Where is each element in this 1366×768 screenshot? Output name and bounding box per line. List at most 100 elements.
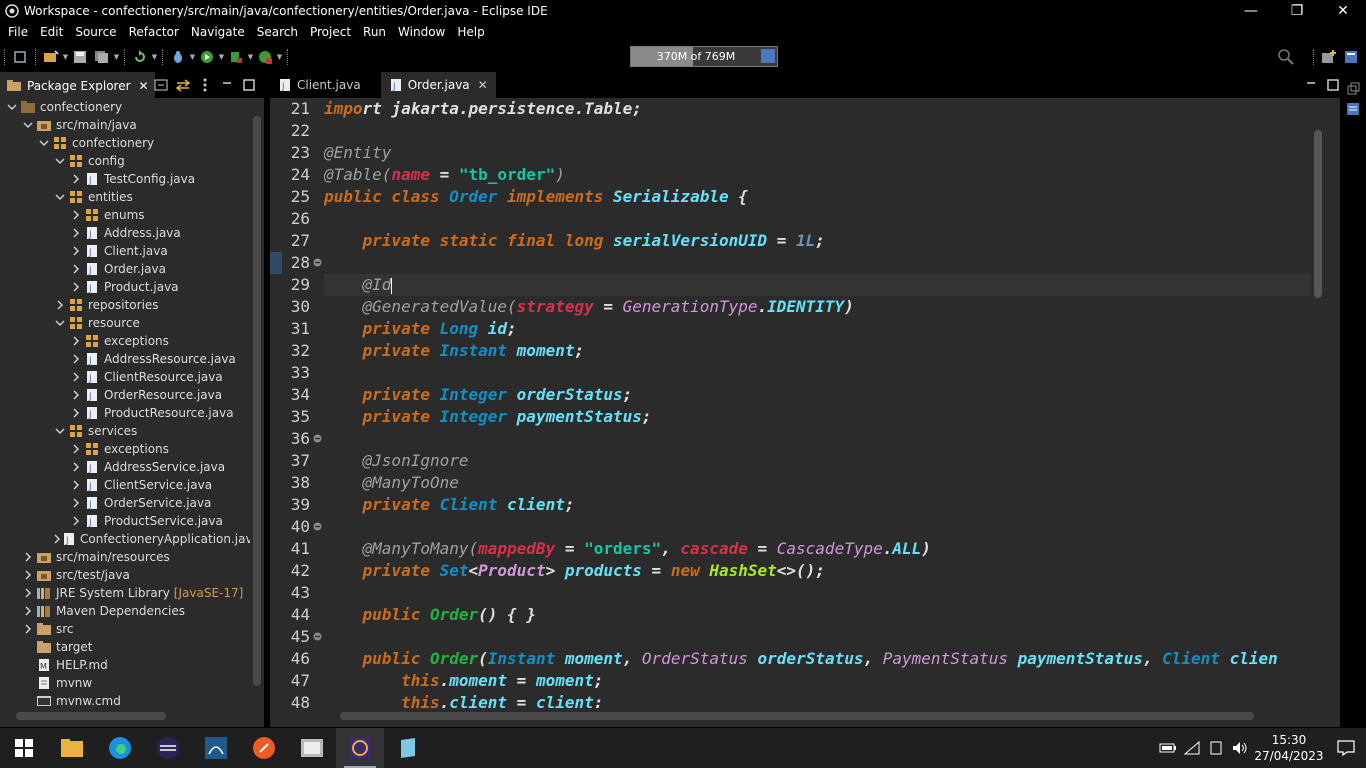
coverage-dropdown-icon[interactable]: ▼ bbox=[247, 48, 254, 66]
fold-toggle-icon[interactable] bbox=[313, 252, 322, 276]
tree-item[interactable]: J Product.java bbox=[0, 278, 250, 296]
tree-item[interactable]: J AddressResource.java bbox=[0, 350, 250, 368]
save-dropdown-icon[interactable]: ▼ bbox=[113, 48, 120, 66]
chevron-right-icon[interactable] bbox=[20, 566, 36, 584]
chevron-right-icon[interactable] bbox=[68, 350, 84, 368]
debug-dropdown-icon[interactable]: ▼ bbox=[189, 48, 196, 66]
run-dropdown-icon[interactable]: ▼ bbox=[218, 48, 225, 66]
chevron-right-icon[interactable] bbox=[20, 602, 36, 620]
chevron-down-icon[interactable] bbox=[52, 152, 68, 170]
editor-tab-client[interactable]: J Client.java bbox=[270, 72, 369, 98]
menu-run[interactable]: Run bbox=[357, 25, 392, 39]
chevron-down-icon[interactable] bbox=[52, 188, 68, 206]
fold-toggle-icon[interactable] bbox=[313, 428, 322, 452]
tree-item[interactable]: src/main/java bbox=[0, 116, 250, 134]
chevron-right-icon[interactable] bbox=[68, 512, 84, 530]
eclipse-icon[interactable] bbox=[144, 728, 192, 768]
menu-project[interactable]: Project bbox=[304, 25, 357, 39]
close-tab-icon[interactable]: ✕ bbox=[478, 78, 488, 92]
tree-item[interactable]: J OrderService.java bbox=[0, 494, 250, 512]
package-explorer-vertical-scrollbar[interactable] bbox=[250, 98, 264, 708]
wifi-icon[interactable] bbox=[1180, 728, 1204, 768]
menu-navigate[interactable]: Navigate bbox=[185, 25, 251, 39]
menu-edit[interactable]: Edit bbox=[34, 25, 69, 39]
outline-view-icon[interactable] bbox=[1346, 102, 1360, 119]
package-explorer-close-icon[interactable]: ✕ bbox=[139, 79, 149, 93]
edge-icon[interactable] bbox=[96, 728, 144, 768]
tree-item[interactable]: J Client.java bbox=[0, 242, 250, 260]
chevron-right-icon[interactable] bbox=[68, 170, 84, 188]
battery-icon[interactable] bbox=[1156, 728, 1180, 768]
restore-view-icon[interactable] bbox=[1346, 82, 1360, 99]
chevron-right-icon[interactable] bbox=[68, 458, 84, 476]
tree-item[interactable]: exceptions bbox=[0, 332, 250, 350]
tree-item[interactable]: mvnw bbox=[0, 674, 250, 692]
clock[interactable]: 15:30 27/04/2023 bbox=[1252, 728, 1326, 768]
chevron-right-icon[interactable] bbox=[68, 440, 84, 458]
tree-item[interactable]: J Address.java bbox=[0, 224, 250, 242]
chevron-right-icon[interactable] bbox=[20, 584, 36, 602]
close-window-button[interactable]: ✕ bbox=[1320, 0, 1366, 22]
chevron-right-icon[interactable] bbox=[68, 206, 84, 224]
chevron-right-icon[interactable] bbox=[68, 332, 84, 350]
tree-item[interactable]: src/test/java bbox=[0, 566, 250, 584]
chevron-right-icon[interactable] bbox=[68, 242, 84, 260]
tree-item[interactable]: J Order.java bbox=[0, 260, 250, 278]
minimize-button[interactable]: — bbox=[1228, 0, 1274, 22]
tree-item[interactable]: J ProductService.java bbox=[0, 512, 250, 530]
tree-item[interactable]: JRE System Library [JavaSE-17] bbox=[0, 584, 250, 602]
editor-vertical-scrollbar[interactable] bbox=[1311, 98, 1325, 708]
view-menu-icon[interactable] bbox=[194, 76, 216, 94]
tree-item[interactable]: J TestConfig.java bbox=[0, 170, 250, 188]
menu-window[interactable]: Window bbox=[392, 25, 451, 39]
coverage-icon[interactable] bbox=[227, 48, 245, 66]
tree-item[interactable]: enums bbox=[0, 206, 250, 224]
notifications-icon[interactable] bbox=[1326, 728, 1366, 768]
chevron-down-icon[interactable] bbox=[52, 314, 68, 332]
chevron-right-icon[interactable] bbox=[52, 296, 68, 314]
chevron-down-icon[interactable] bbox=[36, 134, 52, 152]
java-perspective-icon[interactable] bbox=[1342, 48, 1360, 66]
tree-item[interactable]: confectionery bbox=[0, 98, 250, 116]
menu-file[interactable]: File bbox=[2, 25, 34, 39]
chevron-right-icon[interactable] bbox=[20, 620, 36, 638]
postman-icon[interactable] bbox=[240, 728, 288, 768]
chevron-right-icon[interactable] bbox=[68, 368, 84, 386]
menu-search[interactable]: Search bbox=[251, 25, 304, 39]
tree-item[interactable]: Maven Dependencies bbox=[0, 602, 250, 620]
chevron-right-icon[interactable] bbox=[52, 530, 62, 548]
tree-item[interactable]: resource bbox=[0, 314, 250, 332]
tree-item[interactable]: M HELP.md bbox=[0, 656, 250, 674]
minimize-editor-icon[interactable] bbox=[1300, 76, 1322, 94]
package-explorer-tab[interactable]: Package Explorer ✕ bbox=[0, 72, 155, 98]
menu-refactor[interactable]: Refactor bbox=[123, 25, 185, 39]
chevron-right-icon[interactable] bbox=[20, 548, 36, 566]
restore-button[interactable]: ❐ bbox=[1274, 0, 1320, 22]
editor-horizontal-scrollbar[interactable] bbox=[324, 708, 1311, 724]
tree-item[interactable]: J AddressService.java bbox=[0, 458, 250, 476]
mysql-workbench-icon[interactable] bbox=[192, 728, 240, 768]
chevron-right-icon[interactable] bbox=[68, 494, 84, 512]
tree-item[interactable]: J ConfectioneryApplication.java bbox=[0, 530, 250, 548]
tree-item[interactable]: exceptions bbox=[0, 440, 250, 458]
heap-status[interactable]: 370M of 769M bbox=[630, 46, 778, 67]
new-dropdown-icon[interactable]: ▼ bbox=[62, 48, 69, 66]
external-tools-icon[interactable] bbox=[256, 48, 274, 66]
save-all-icon[interactable] bbox=[93, 48, 111, 66]
garbage-collect-icon[interactable] bbox=[761, 49, 775, 63]
refresh-icon[interactable] bbox=[131, 48, 149, 66]
tree-item[interactable]: J ClientResource.java bbox=[0, 368, 250, 386]
tree-item[interactable]: J OrderResource.java bbox=[0, 386, 250, 404]
fold-toggle-icon[interactable] bbox=[313, 626, 322, 650]
tree-item[interactable]: J ProductResource.java bbox=[0, 404, 250, 422]
eclipse-ide-active-icon[interactable] bbox=[336, 728, 384, 768]
tree-item[interactable]: target bbox=[0, 638, 250, 656]
tree-item[interactable]: services bbox=[0, 422, 250, 440]
tree-item[interactable]: repositories bbox=[0, 296, 250, 314]
tree-item[interactable]: entities bbox=[0, 188, 250, 206]
volume-icon[interactable] bbox=[1228, 728, 1252, 768]
chevron-right-icon[interactable] bbox=[68, 224, 84, 242]
chevron-down-icon[interactable] bbox=[52, 422, 68, 440]
chevron-right-icon[interactable] bbox=[68, 476, 84, 494]
tree-item[interactable]: J ClientService.java bbox=[0, 476, 250, 494]
